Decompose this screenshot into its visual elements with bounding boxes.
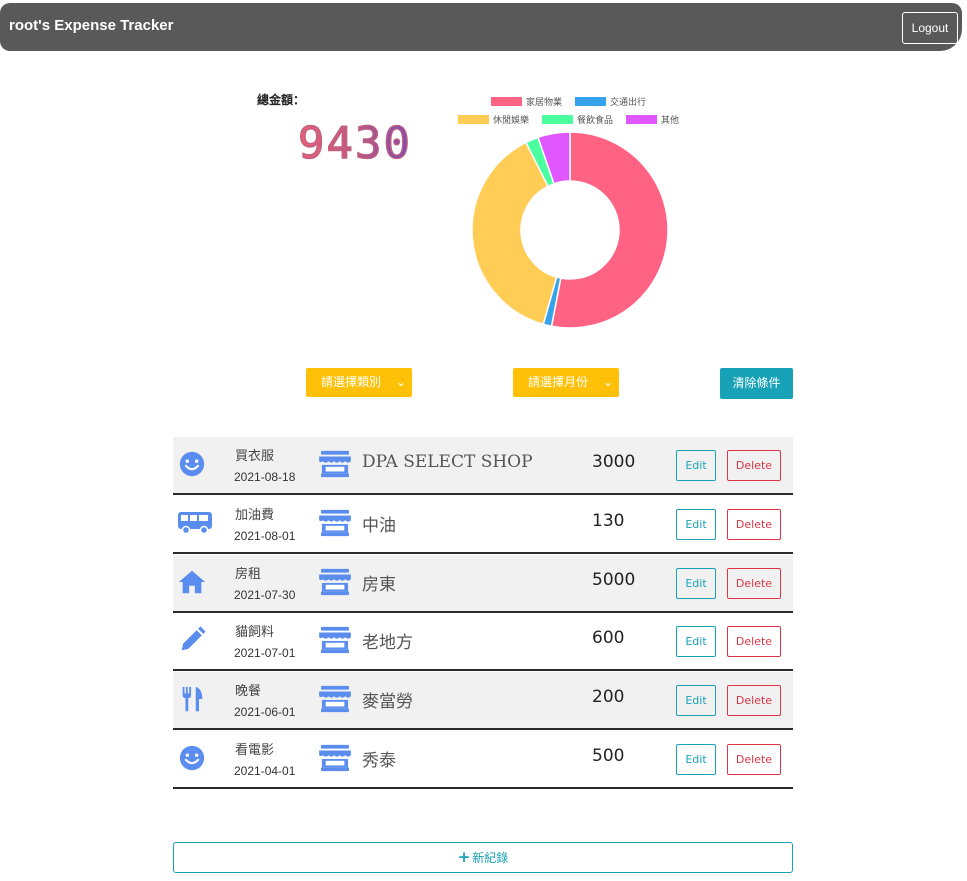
delete-button[interactable]: Delete [727,685,781,717]
add-record-button[interactable]: + 新紀錄 [173,842,793,873]
record-merchant: 房東 [362,574,396,595]
record-row: 加油費 2021-08-01 中油 130 Edit Delete [173,496,793,554]
record-row: 晚餐 2021-06-01 麥當勞 200 Edit Delete [173,672,793,731]
edit-button[interactable]: Edit [676,567,716,599]
record-name: 買衣服 [235,449,275,464]
month-select-label: 請選擇月份 [528,375,589,389]
delete-button[interactable]: Delete [727,567,781,599]
edit-button[interactable]: Edit [676,508,716,540]
record-amount: 3000 [592,452,636,472]
donut-chart [471,131,669,329]
chevron-down-icon: ⌄ [395,375,406,389]
record-name: 晚餐 [235,684,262,700]
record-merchant: 老地方 [362,633,413,654]
chevron-down-icon: ⌄ [602,375,613,389]
record-amount: 500 [592,746,625,766]
edit-button[interactable]: Edit [676,626,716,658]
add-record-label: 新紀錄 [472,851,509,865]
delete-button[interactable]: Delete [727,508,781,540]
pencil-icon [177,625,209,657]
store-icon [318,744,351,772]
record-name: 房租 [235,566,262,582]
clear-filters-button[interactable]: 清除條件 [720,368,793,399]
record-name: 加油費 [235,507,275,523]
record-row: 房租 2021-07-30 房東 5000 Edit Delete [173,554,793,613]
record-date: 2021-08-18 [234,470,296,484]
delete-button[interactable]: Delete [727,744,781,775]
smile-icon [177,449,209,481]
app-title: root's Expense Tracker [9,17,174,34]
record-merchant: DPA SELECT SHOP [362,452,533,472]
plus-icon: + [457,848,471,866]
record-amount: 600 [592,628,625,649]
record-name: 貓飼料 [235,625,275,641]
category-select-label: 請選擇類別 [321,375,382,389]
record-name: 看電影 [235,743,275,758]
record-amount: 5000 [592,569,636,590]
record-row: 看電影 2021-04-01 秀泰 500 Edit Delete [173,731,793,789]
edit-button[interactable]: Edit [676,450,716,481]
record-merchant: 秀泰 [362,751,396,771]
store-icon [318,509,351,537]
navbar: root's Expense Tracker Logout [0,3,962,51]
record-amount: 130 [592,510,625,531]
smile-icon [177,743,209,775]
record-date: 2021-07-01 [234,646,296,661]
category-chart: 家居物業 交通出行 休閒娛樂 餐飲食品 其他 [455,90,685,340]
record-row: 買衣服 2021-08-18 DPA SELECT SHOP 3000 Edit… [173,437,793,495]
record-date: 2021-04-01 [234,764,296,778]
category-select[interactable]: 請選擇類別 ⌄ [306,368,412,397]
store-icon [318,450,351,478]
record-row: 貓飼料 2021-07-01 老地方 600 Edit Delete [173,613,793,672]
home-icon [177,567,209,599]
utensils-icon [177,684,209,716]
total-label: 總金額： [257,93,306,107]
edit-button[interactable]: Edit [676,744,716,775]
logout-button[interactable]: Logout [902,12,958,44]
delete-button[interactable]: Delete [727,450,781,481]
record-merchant: 麥當勞 [362,692,413,713]
record-date: 2021-08-01 [234,528,296,543]
delete-button[interactable]: Delete [727,626,781,658]
record-amount: 200 [592,687,625,708]
store-icon [318,685,351,713]
record-date: 2021-07-30 [234,587,296,602]
store-icon [318,568,351,596]
total-amount: 9430 [297,117,412,169]
edit-button[interactable]: Edit [676,685,716,717]
record-merchant: 中油 [362,515,396,536]
record-date: 2021-06-01 [234,705,296,720]
store-icon [318,626,351,654]
bus-icon [177,508,212,540]
month-select[interactable]: 請選擇月份 ⌄ [513,368,619,397]
